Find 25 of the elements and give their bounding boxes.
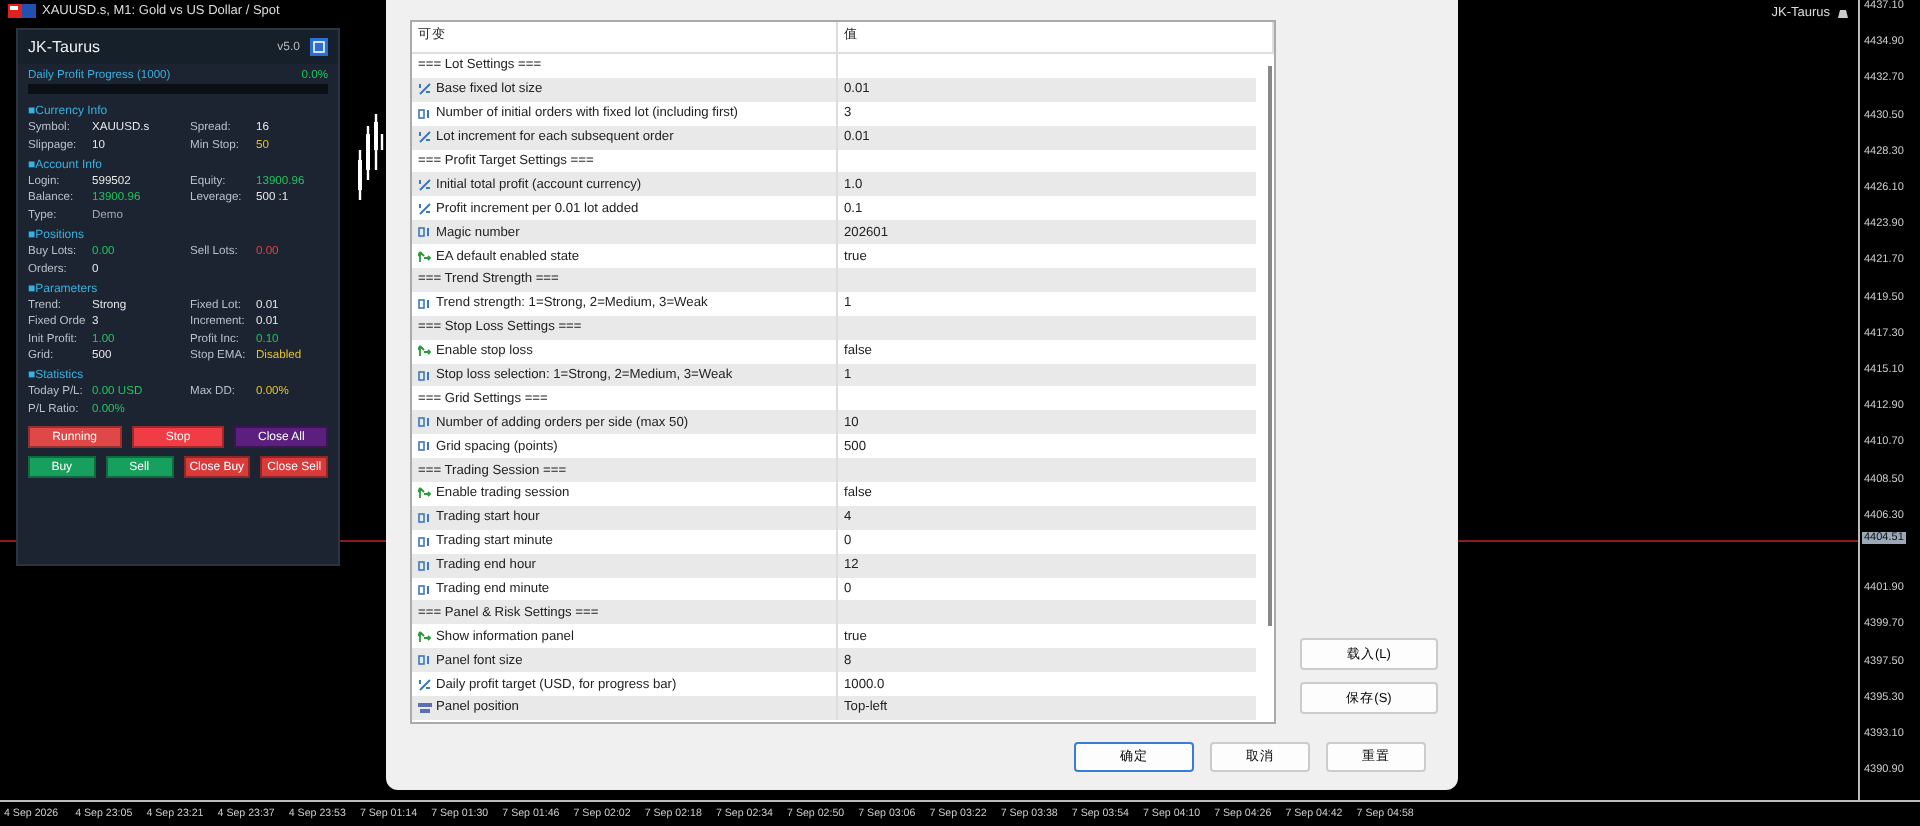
fraction-icon [418, 130, 432, 145]
integer-icon [418, 559, 432, 572]
integer-icon [418, 654, 432, 667]
arrow-icon [418, 249, 432, 264]
arrow-icon [418, 486, 432, 501]
flag-icon [8, 4, 36, 18]
fraction-icon [418, 201, 432, 216]
integer-icon [418, 535, 432, 548]
fraction-icon [418, 177, 432, 192]
fraction-icon [418, 82, 432, 97]
integer-icon [418, 369, 432, 382]
integer-icon [418, 440, 432, 453]
integer-icon [418, 297, 432, 310]
integer-icon [418, 416, 432, 429]
scrollbar-thumb[interactable] [1268, 66, 1272, 626]
integer-icon [418, 511, 432, 524]
integer-icon [418, 226, 432, 239]
arrow-icon [418, 344, 432, 359]
list-icon [418, 701, 432, 714]
hat-icon [1836, 7, 1850, 19]
fraction-icon [418, 677, 432, 692]
integer-icon [418, 583, 432, 596]
integer-icon [418, 107, 432, 120]
arrow-icon [418, 629, 432, 644]
panel-title: JK-Taurus [28, 38, 103, 56]
